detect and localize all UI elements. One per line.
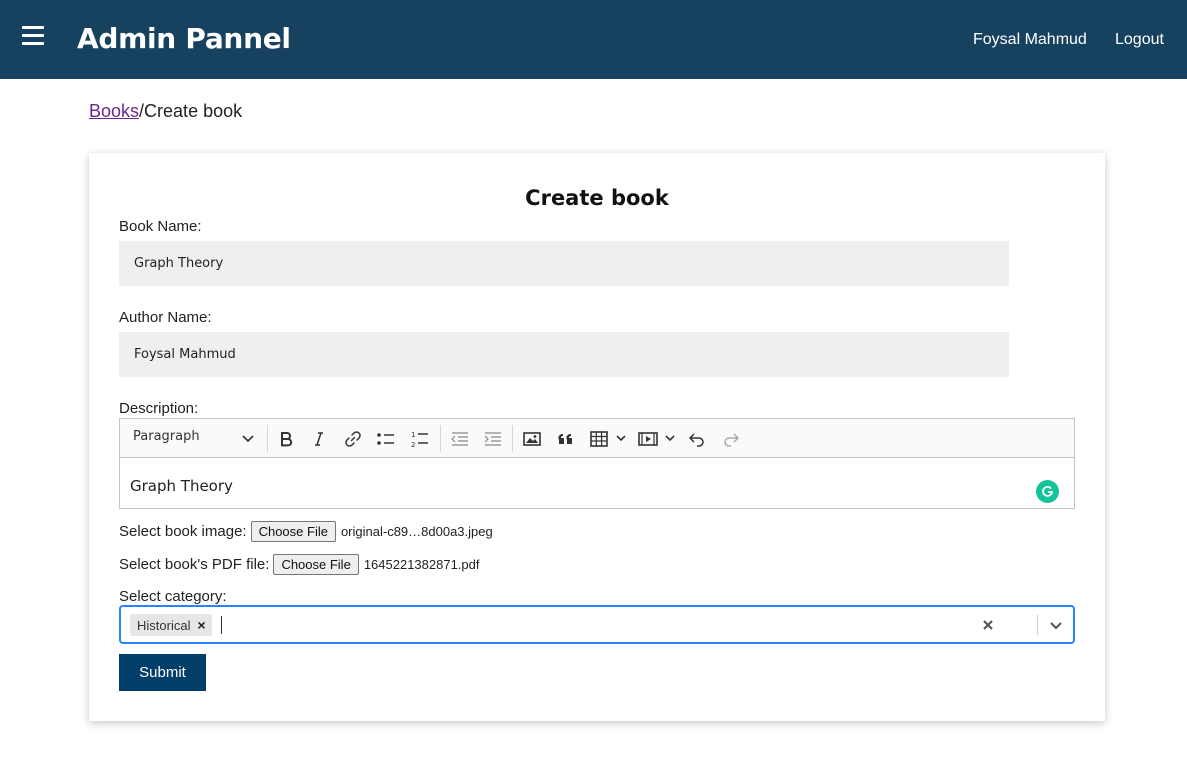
- insert-image-icon[interactable]: [521, 428, 543, 450]
- editor-content[interactable]: Graph Theory: [130, 477, 233, 495]
- app-title: Admin Pannel: [77, 22, 291, 55]
- clear-selection-icon[interactable]: [978, 615, 998, 635]
- book-image-file-name: original-c89…8d00a3.jpeg: [340, 524, 493, 539]
- editor-toolbar: Paragraph 12: [120, 419, 1074, 458]
- author-name-label: Author Name:: [119, 309, 212, 326]
- book-pdf-choose-file-button[interactable]: Choose File: [273, 554, 359, 575]
- undo-icon[interactable]: [686, 428, 708, 450]
- book-image-choose-file-button[interactable]: Choose File: [250, 521, 336, 542]
- book-pdf-row: Select book's PDF file: Choose File 1645…: [119, 554, 480, 575]
- hamburger-menu-icon[interactable]: [22, 26, 44, 48]
- heading-dropdown[interactable]: Paragraph: [133, 429, 200, 444]
- block-quote-icon[interactable]: [555, 428, 577, 450]
- logout-link[interactable]: Logout: [1115, 31, 1164, 49]
- book-name-label: Book Name:: [119, 218, 202, 235]
- numbered-list-icon[interactable]: 12: [409, 428, 431, 450]
- indicator-separator: [1037, 615, 1038, 635]
- category-chip-label: Historical: [137, 617, 191, 633]
- breadcrumb-books-link[interactable]: Books: [89, 101, 139, 121]
- book-image-row: Select book image: Choose File original-…: [119, 521, 493, 542]
- book-name-input[interactable]: [119, 241, 1009, 286]
- insert-table-icon[interactable]: [588, 428, 610, 450]
- rich-text-editor: Paragraph 12 Graph Theory: [119, 418, 1075, 509]
- chevron-down-icon[interactable]: [241, 431, 255, 445]
- breadcrumb-current: Create book: [144, 101, 243, 121]
- top-navbar: Admin Pannel Foysal Mahmud Logout: [0, 0, 1187, 79]
- bold-icon[interactable]: [275, 428, 297, 450]
- svg-text:1: 1: [411, 431, 415, 439]
- category-chip: Historical ×: [130, 614, 213, 636]
- remove-category-icon[interactable]: ×: [190, 614, 212, 636]
- indent-icon[interactable]: [482, 428, 504, 450]
- user-name[interactable]: Foysal Mahmud: [973, 31, 1087, 49]
- form-title: Create book: [525, 186, 669, 210]
- book-image-label: Select book image:: [119, 523, 247, 540]
- grammarly-icon[interactable]: [1036, 480, 1059, 503]
- text-caret: [221, 616, 222, 634]
- redo-icon[interactable]: [720, 428, 742, 450]
- breadcrumb: Books/Create book: [89, 101, 242, 122]
- category-label: Select category:: [119, 588, 227, 605]
- bulleted-list-icon[interactable]: [375, 428, 397, 450]
- description-label: Description:: [119, 400, 199, 417]
- svg-text:2: 2: [411, 441, 415, 448]
- table-chevron-down-icon[interactable]: [615, 432, 627, 444]
- insert-media-icon[interactable]: [637, 428, 659, 450]
- book-pdf-label: Select book's PDF file:: [119, 556, 270, 573]
- author-name-input[interactable]: [119, 332, 1009, 377]
- book-pdf-file-name: 1645221382871.pdf: [363, 557, 480, 572]
- dropdown-chevron-icon[interactable]: [1046, 615, 1066, 635]
- media-chevron-down-icon[interactable]: [664, 432, 676, 444]
- outdent-icon[interactable]: [449, 428, 471, 450]
- italic-icon[interactable]: [308, 428, 330, 450]
- link-icon[interactable]: [342, 428, 364, 450]
- category-select[interactable]: Historical ×: [119, 605, 1075, 644]
- submit-button[interactable]: Submit: [119, 654, 206, 691]
